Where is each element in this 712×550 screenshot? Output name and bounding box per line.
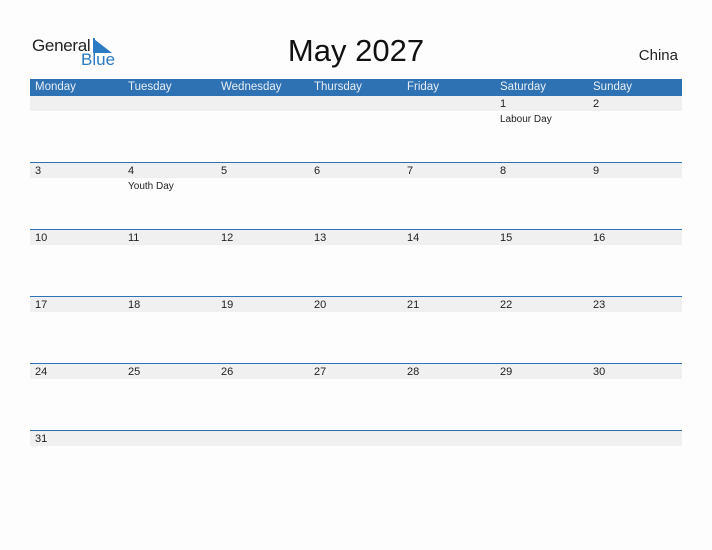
day-cell[interactable]	[123, 430, 216, 497]
weekday-wednesday: Wednesday	[221, 81, 282, 93]
day-cell[interactable]: 17	[30, 296, 123, 363]
weekday-monday: Monday	[35, 81, 76, 93]
weekday-thursday: Thursday	[314, 81, 362, 93]
day-cell[interactable]: 12	[216, 229, 309, 296]
day-cell[interactable]: 3	[30, 162, 123, 229]
day-cell[interactable]: 8	[495, 162, 588, 229]
holiday-label: Labour Day	[500, 114, 552, 125]
weekday-friday: Friday	[407, 81, 439, 93]
day-cell[interactable]	[309, 430, 402, 497]
day-number: 15	[500, 232, 513, 244]
day-cell[interactable]	[402, 430, 495, 497]
day-number: 21	[407, 299, 420, 311]
day-number: 7	[407, 165, 414, 177]
day-cell[interactable]: 2	[588, 95, 681, 162]
day-number: 24	[35, 366, 48, 378]
day-cell[interactable]	[309, 95, 402, 162]
weekday-sunday: Sunday	[593, 81, 633, 93]
day-number: 1	[500, 98, 507, 110]
day-number: 12	[221, 232, 234, 244]
day-cell[interactable]	[216, 95, 309, 162]
day-cell[interactable]: 15	[495, 229, 588, 296]
day-cell[interactable]: 22	[495, 296, 588, 363]
day-number: 20	[314, 299, 327, 311]
day-cell[interactable]: 7	[402, 162, 495, 229]
day-number: 27	[314, 366, 327, 378]
day-cell[interactable]: 6	[309, 162, 402, 229]
day-number: 28	[407, 366, 420, 378]
day-number: 31	[35, 433, 48, 445]
day-number: 4	[128, 165, 135, 177]
day-cell[interactable]: 24	[30, 363, 123, 430]
week-row: 24 25 26 27 28 29 30	[30, 363, 682, 430]
week-row: 1 Labour Day 2	[30, 95, 682, 162]
day-cell[interactable]: 18	[123, 296, 216, 363]
day-number: 18	[128, 299, 141, 311]
day-number: 29	[500, 366, 513, 378]
week-row: 3 4 Youth Day 5 6 7 8 9	[30, 162, 682, 229]
page-title: May 2027	[0, 33, 712, 69]
day-cell[interactable]: 28	[402, 363, 495, 430]
country-label: China	[638, 47, 678, 64]
day-number: 10	[35, 232, 48, 244]
weekday-tuesday: Tuesday	[128, 81, 172, 93]
day-number: 13	[314, 232, 327, 244]
day-cell[interactable]	[30, 95, 123, 162]
weekday-saturday: Saturday	[500, 81, 547, 93]
day-number: 23	[593, 299, 606, 311]
day-cell[interactable]: 4 Youth Day	[123, 162, 216, 229]
day-cell[interactable]: 13	[309, 229, 402, 296]
day-number: 5	[221, 165, 228, 177]
day-cell[interactable]: 5	[216, 162, 309, 229]
day-cell[interactable]: 29	[495, 363, 588, 430]
day-number: 11	[128, 232, 140, 244]
day-number: 22	[500, 299, 513, 311]
day-number: 25	[128, 366, 141, 378]
day-cell[interactable]: 19	[216, 296, 309, 363]
day-cell[interactable]: 1 Labour Day	[495, 95, 588, 162]
day-cell[interactable]	[216, 430, 309, 497]
day-cell[interactable]: 16	[588, 229, 681, 296]
week-row: 17 18 19 20 21 22 23	[30, 296, 682, 363]
week-row: 10 11 12 13 14 15 16	[30, 229, 682, 296]
day-number: 8	[500, 165, 507, 177]
day-cell[interactable]: 30	[588, 363, 681, 430]
day-cell[interactable]	[495, 430, 588, 497]
day-cell[interactable]: 11	[123, 229, 216, 296]
day-number: 26	[221, 366, 234, 378]
day-number: 9	[593, 165, 600, 177]
day-cell[interactable]: 26	[216, 363, 309, 430]
day-cell[interactable]: 31	[30, 430, 123, 497]
day-cell[interactable]	[588, 430, 681, 497]
day-cell[interactable]: 25	[123, 363, 216, 430]
day-number: 17	[35, 299, 48, 311]
month-year: May 2027	[287, 33, 425, 68]
week-row: 31	[30, 430, 682, 497]
day-cell[interactable]: 27	[309, 363, 402, 430]
day-cell[interactable]	[402, 95, 495, 162]
day-number: 3	[35, 165, 42, 177]
day-number: 6	[314, 165, 321, 177]
day-cell[interactable]: 21	[402, 296, 495, 363]
day-number: 2	[593, 98, 600, 110]
day-cell[interactable]: 23	[588, 296, 681, 363]
day-number: 14	[407, 232, 420, 244]
day-cell[interactable]: 20	[309, 296, 402, 363]
day-number: 19	[221, 299, 234, 311]
day-cell[interactable]: 10	[30, 229, 123, 296]
weekday-header: Monday Tuesday Wednesday Thursday Friday Satu…	[30, 79, 682, 96]
day-number: 16	[593, 232, 606, 244]
day-number: 30	[593, 366, 606, 378]
day-cell[interactable]: 9	[588, 162, 681, 229]
holiday-label: Youth Day	[128, 181, 174, 192]
day-cell[interactable]	[123, 95, 216, 162]
day-cell[interactable]: 14	[402, 229, 495, 296]
